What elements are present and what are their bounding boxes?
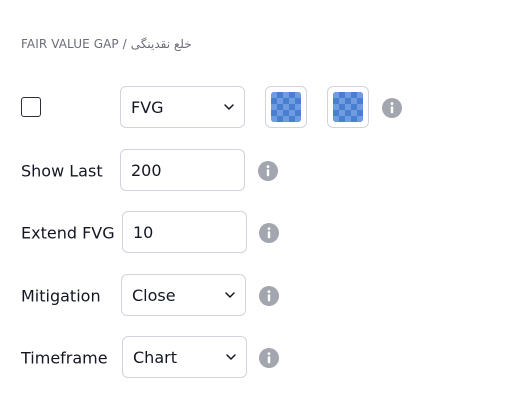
info-icon[interactable] [259, 348, 279, 368]
info-icon[interactable] [258, 161, 278, 181]
mitigation-select-value: Close [132, 285, 176, 305]
fvg-enable-checkbox[interactable] [21, 97, 41, 117]
mitigation-label: Mitigation [21, 286, 101, 306]
fvg-type-select[interactable]: FVG [120, 86, 245, 128]
extend-fvg-value: 10 [133, 222, 154, 242]
timeframe-select-value: Chart [133, 347, 177, 367]
checkerboard-swatch-icon [271, 92, 301, 122]
timeframe-row: Timeframe Chart [0, 336, 510, 380]
extend-fvg-row: Extend FVG 10 [0, 211, 510, 255]
info-icon[interactable] [259, 286, 279, 306]
mitigation-row: Mitigation Close [0, 274, 510, 318]
info-icon[interactable] [382, 98, 402, 118]
extend-fvg-label: Extend FVG [21, 223, 115, 243]
extend-fvg-input[interactable]: 10 [122, 211, 247, 253]
show-last-value: 200 [131, 160, 162, 180]
mitigation-select[interactable]: Close [121, 274, 246, 316]
timeframe-label: Timeframe [21, 348, 108, 368]
checkerboard-swatch-icon [333, 92, 363, 122]
chevron-down-icon [226, 354, 236, 360]
show-last-input[interactable]: 200 [120, 149, 245, 191]
section-title: FAIR VALUE GAP / خلع نقدینگی [21, 37, 192, 51]
show-last-label: Show Last [21, 161, 103, 181]
info-icon[interactable] [259, 223, 279, 243]
fvg-type-select-value: FVG [131, 97, 164, 117]
fair-value-gap-settings-panel: FAIR VALUE GAP / خلع نقدینگی FVG Show La… [0, 0, 510, 420]
fvg-color-swatch-1[interactable] [265, 86, 307, 128]
fvg-row: FVG [0, 86, 510, 130]
fvg-color-swatch-2[interactable] [327, 86, 369, 128]
chevron-down-icon [225, 292, 235, 298]
show-last-row: Show Last 200 [0, 149, 510, 193]
chevron-down-icon [224, 104, 234, 110]
timeframe-select[interactable]: Chart [122, 336, 247, 378]
